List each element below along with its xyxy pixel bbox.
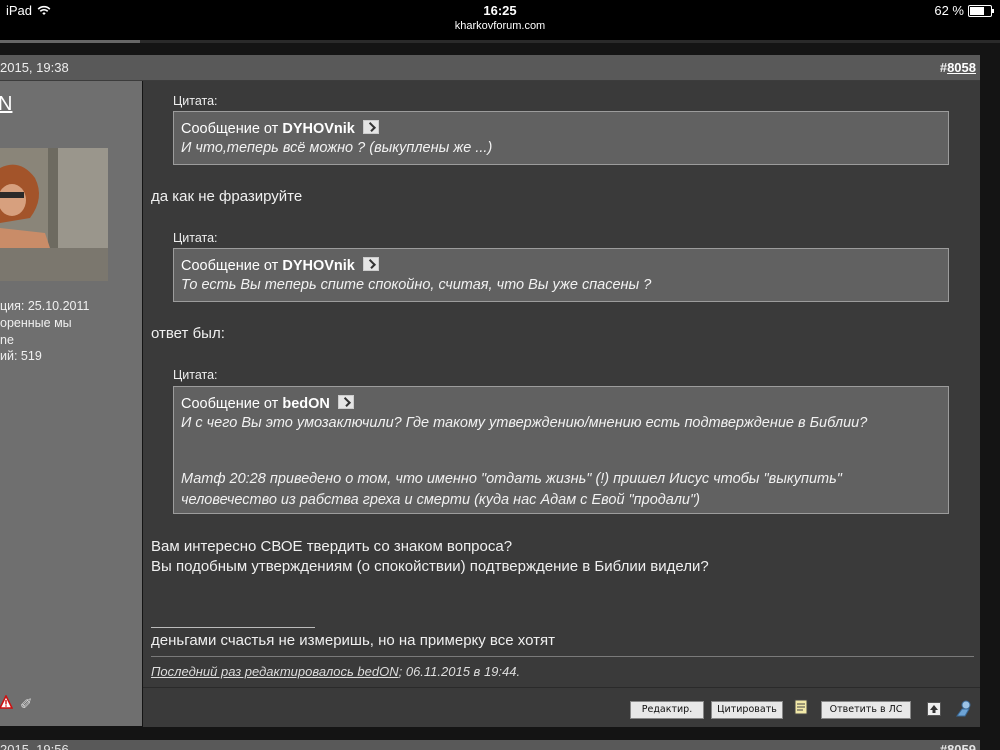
post-date: 2015, 19:38 bbox=[0, 60, 69, 75]
attachment-icon: ✐ bbox=[20, 696, 33, 713]
edit-divider bbox=[151, 656, 974, 657]
quote-from-prefix: Сообщение от bbox=[181, 121, 279, 137]
signature-divider bbox=[151, 627, 315, 628]
quote-from: Сообщение от DYHOVnik bbox=[181, 120, 941, 137]
quote-text: И с чего Вы это умозаключили? Где такому… bbox=[181, 415, 868, 431]
edit-notice-date: ; 06.11.2015 в 19:44. bbox=[398, 664, 521, 679]
view-post-icon[interactable] bbox=[362, 257, 379, 271]
quote-author: bedON bbox=[282, 396, 330, 412]
clock: 16:25 bbox=[483, 3, 517, 18]
address-url[interactable]: kharkovforum.com bbox=[0, 20, 1000, 32]
edit-notice: Последний раз редактировалось bedON; 06.… bbox=[151, 664, 520, 679]
user-info-line: оренные мы bbox=[0, 316, 72, 330]
quote-label: Цитата: bbox=[173, 94, 218, 108]
post-header: 2015, 19:38 #8058 bbox=[0, 55, 980, 81]
reply-pm-button[interactable]: Ответить в ЛС bbox=[821, 701, 911, 719]
next-post-header: 2015, 19:56 #8059 bbox=[0, 740, 980, 750]
report-warning-icon[interactable] bbox=[0, 695, 13, 709]
next-post-number[interactable]: #8059 bbox=[940, 742, 976, 750]
quote-author: DYHOVnik bbox=[282, 258, 355, 274]
post-text: ответ был: bbox=[151, 325, 225, 342]
quote-button[interactable]: Цитировать bbox=[711, 701, 783, 719]
post-text: да как не фразируйте bbox=[151, 188, 303, 205]
quote-from: Сообщение от DYHOVnik bbox=[181, 257, 941, 274]
quote-label: Цитата: bbox=[173, 231, 218, 245]
multi-quote-icon[interactable] bbox=[794, 699, 808, 716]
user-info-column: N ция: 25.10.2011 оренные мы ne ий: 519 … bbox=[0, 81, 142, 726]
quote-from-prefix: Сообщение от bbox=[181, 258, 279, 274]
signature: деньгами счастья не измеришь, но на прим… bbox=[151, 632, 555, 649]
avatar-image bbox=[0, 148, 108, 281]
quote-author: DYHOVnik bbox=[282, 121, 355, 137]
post-body: Цитата: Сообщение от DYHOVnik И что,тепе… bbox=[143, 81, 980, 727]
post-number-prefix: # bbox=[939, 60, 948, 75]
scroll-top-icon[interactable] bbox=[927, 702, 941, 716]
view-post-icon[interactable] bbox=[337, 395, 354, 409]
edit-notice-prefix: Последний раз редактировалось bedON bbox=[151, 664, 399, 679]
username-link[interactable]: N bbox=[0, 93, 12, 116]
status-bar: iPad 16:25 kharkovforum.com 62 % bbox=[0, 0, 1000, 40]
page-load-progress bbox=[0, 40, 1000, 43]
quote-from-prefix: Сообщение от bbox=[181, 396, 279, 412]
post-number: #8058 bbox=[940, 60, 976, 75]
post-text: Вы подобным утверждениям (о спокойствии)… bbox=[151, 558, 709, 575]
view-post-icon[interactable] bbox=[362, 120, 379, 134]
quote-text: И что,теперь всё можно ? (выкуплены же .… bbox=[181, 140, 493, 156]
battery-icon bbox=[968, 4, 994, 17]
quote-block: Сообщение от DYHOVnik То есть Вы теперь … bbox=[173, 248, 949, 302]
quote-text: То есть Вы теперь спите спокойно, считая… bbox=[181, 277, 652, 293]
edit-button[interactable]: Редактир. bbox=[630, 701, 704, 719]
next-post-date: 2015, 19:56 bbox=[0, 742, 69, 750]
quote-text: человечество из рабства греха и смерти (… bbox=[181, 492, 700, 508]
quote-from: Сообщение от bedON bbox=[181, 395, 941, 412]
user-actions: ✐ bbox=[0, 687, 142, 727]
avatar[interactable] bbox=[0, 148, 108, 281]
post-text: Вам интересно СВОЕ твердить со знаком во… bbox=[151, 538, 513, 555]
post-action-bar: Редактир. Цитировать Ответить в ЛС bbox=[143, 687, 980, 727]
post-number-link[interactable]: 8058 bbox=[947, 60, 976, 75]
quote-block: Сообщение от bedON И с чего Вы это умоза… bbox=[173, 386, 949, 514]
status-right: 62 % bbox=[934, 3, 994, 18]
user-report-icon[interactable] bbox=[955, 700, 973, 717]
user-registered: ция: 25.10.2011 bbox=[0, 299, 90, 313]
quote-block: Сообщение от DYHOVnik И что,теперь всё м… bbox=[173, 111, 949, 165]
battery-percent: 62 % bbox=[934, 3, 964, 18]
quote-label: Цитата: bbox=[173, 368, 218, 382]
user-post-count: ий: 519 bbox=[0, 349, 42, 363]
user-info-line: ne bbox=[0, 333, 14, 347]
quote-text: Матф 20:28 приведено о том, что именно "… bbox=[181, 471, 842, 487]
